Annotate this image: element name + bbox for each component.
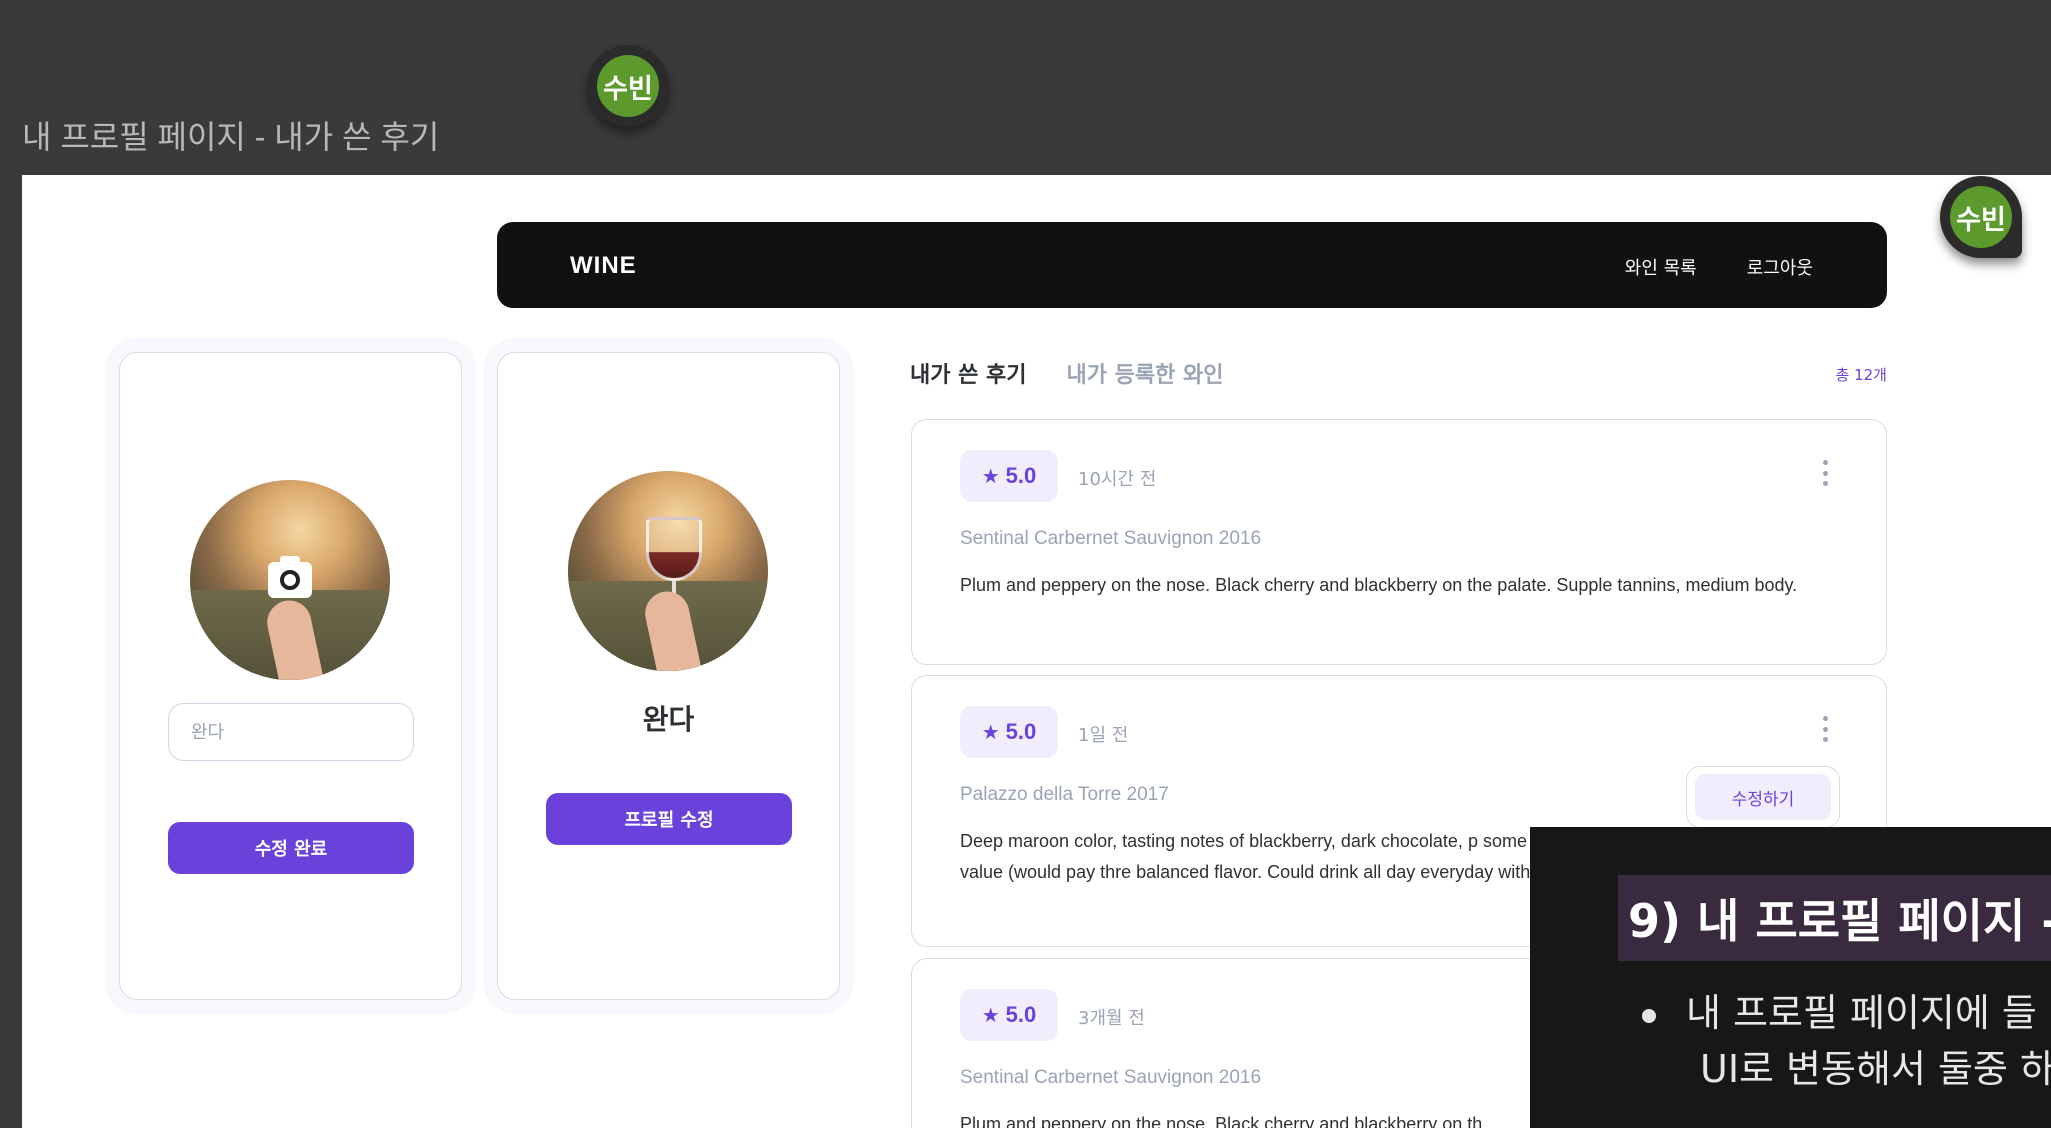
wine-logo[interactable]: WINE bbox=[570, 252, 637, 280]
total-count: 총 12개 bbox=[1835, 366, 1887, 384]
frame-title: 내 프로필 페이지 - 내가 쓴 후기 bbox=[22, 119, 440, 155]
rating-badge: ★ 5.0 bbox=[960, 989, 1058, 1041]
star-icon: ★ bbox=[981, 465, 1000, 488]
rating-value: 5.0 bbox=[1005, 719, 1037, 744]
bullet-dot-icon bbox=[1642, 1008, 1656, 1023]
camera-lens bbox=[280, 570, 300, 590]
rating-value: 5.0 bbox=[1005, 463, 1037, 488]
rating-value: 5.0 bbox=[1005, 1002, 1037, 1027]
nav-link-wine-list[interactable]: 와인 목록 bbox=[1625, 254, 1697, 280]
profile-photo-upload[interactable] bbox=[190, 480, 390, 680]
tab-my-wines[interactable]: 내가 등록한 와인 bbox=[1067, 357, 1224, 389]
slide-heading: 9) 내 프로필 페이지 - bbox=[1618, 875, 2051, 961]
collaborator-avatar-cursor-label: 수빈 bbox=[1950, 186, 2012, 248]
review-content: Plum and peppery on the nose. Black cher… bbox=[960, 575, 1798, 595]
edit-profile-button[interactable]: 프로필 수정 bbox=[546, 793, 792, 845]
collaborator-avatar-cursor[interactable]: 수빈 bbox=[1940, 176, 2022, 258]
profile-edit-card: 수정 완료 bbox=[119, 352, 462, 1000]
rating-badge: ★ 5.0 bbox=[960, 706, 1058, 758]
tab-my-reviews[interactable]: 내가 쓴 후기 bbox=[910, 357, 1027, 389]
review-tabs: 내가 쓴 후기 내가 등록한 와인 bbox=[910, 357, 1224, 389]
slide-bullet-line2: UI로 변동해서 둘중 하 bbox=[1700, 1047, 2051, 1091]
presentation-slide-overlay: 9) 내 프로필 페이지 - 내 프로필 페이지에 들 UI로 변동해서 둘중 … bbox=[1530, 827, 2051, 1128]
rating-badge: ★ 5.0 bbox=[960, 450, 1058, 502]
star-icon: ★ bbox=[981, 721, 1000, 744]
nav-link-logout[interactable]: 로그아웃 bbox=[1747, 254, 1813, 280]
review-time: 3개월 전 bbox=[1078, 1008, 1145, 1029]
nav-links: 와인 목록 로그아웃 bbox=[1625, 254, 1813, 280]
review-time: 10시간 전 bbox=[1078, 469, 1157, 490]
star-icon: ★ bbox=[981, 1004, 1000, 1027]
profile-view-card: 완다 프로필 수정 bbox=[497, 352, 840, 1000]
more-options-icon[interactable] bbox=[1822, 716, 1828, 742]
camera-icon[interactable] bbox=[268, 556, 312, 598]
review-wine-name[interactable]: Sentinal Carbernet Sauvignon 2016 bbox=[960, 1067, 1261, 1089]
save-profile-button[interactable]: 수정 완료 bbox=[168, 822, 414, 874]
top-navbar: WINE 와인 목록 로그아웃 bbox=[497, 222, 1887, 308]
profile-name: 완다 bbox=[642, 703, 695, 736]
profile-photo bbox=[568, 471, 768, 671]
more-options-icon[interactable] bbox=[1822, 460, 1828, 486]
review-options-dropdown: 수정하기 bbox=[1686, 766, 1840, 828]
collaborator-avatar-label: 수빈 bbox=[597, 55, 659, 117]
review-time: 1일 전 bbox=[1078, 725, 1129, 746]
wine-glass-graphic bbox=[646, 517, 702, 581]
review-wine-name[interactable]: Sentinal Carbernet Sauvignon 2016 bbox=[960, 528, 1261, 550]
nickname-input[interactable] bbox=[168, 703, 414, 761]
review-card: ★ 5.0 10시간 전 Sentinal Carbernet Sauvigno… bbox=[911, 419, 1887, 665]
edit-review-menu-item[interactable]: 수정하기 bbox=[1695, 774, 1831, 820]
slide-bullet-line1: 내 프로필 페이지에 들 bbox=[1686, 991, 2037, 1035]
review-wine-name[interactable]: Palazzo della Torre 2017 bbox=[960, 784, 1169, 806]
slide-bullet: 내 프로필 페이지에 들 UI로 변동해서 둘중 하 bbox=[1642, 985, 2051, 1097]
collaborator-avatar[interactable]: 수빈 bbox=[587, 45, 669, 127]
